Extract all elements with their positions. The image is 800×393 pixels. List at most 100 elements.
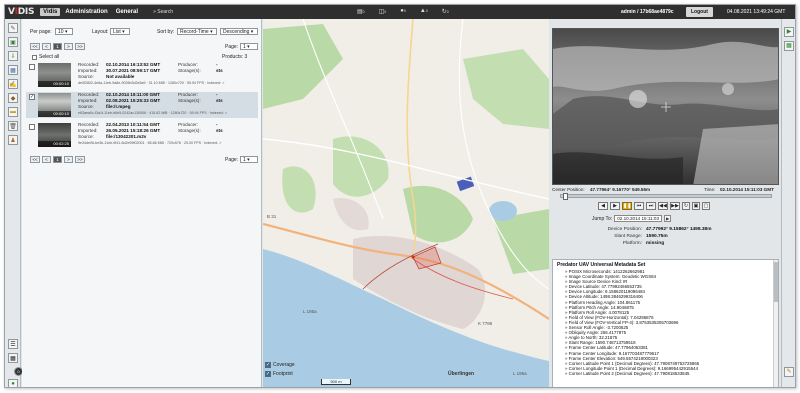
server-datetime: 04.08.2021 13:49:24 GMT xyxy=(727,9,786,15)
help-button[interactable]: ● xyxy=(8,379,18,387)
loop-button[interactable]: ↻ xyxy=(682,202,690,210)
skip-end-button[interactable]: ▶▶ xyxy=(670,202,680,210)
rewind-icon: ◀ xyxy=(601,203,605,209)
skip-start-button[interactable]: ◀◀ xyxy=(658,202,668,210)
row-checkbox[interactable] xyxy=(29,64,35,70)
download-tool-button[interactable]: ⇩ xyxy=(8,51,18,61)
step-back-button[interactable]: ⏮ xyxy=(634,202,644,210)
pager-first-bottom[interactable]: << xyxy=(30,156,40,163)
image-tool-button[interactable]: ▣ xyxy=(8,37,18,47)
per-page-select[interactable]: 10 ▾ xyxy=(55,28,73,35)
metadata-panel[interactable]: Predator UAV Universal Metadata Set » PO… xyxy=(552,259,779,387)
folder-tool-button[interactable]: ▬ xyxy=(8,107,18,117)
edit-tool-button[interactable]: ✍ xyxy=(8,79,18,89)
pager-last-bottom[interactable]: >> xyxy=(75,156,85,163)
delete-tool-button[interactable]: 🗑 xyxy=(8,121,18,131)
map-view[interactable]: Überlingen L 195a K 7786 B 31 L 195a ✓ Co… xyxy=(263,19,549,388)
counter-users[interactable]: ●0 xyxy=(400,8,406,15)
fullscreen-button[interactable]: ▢ xyxy=(702,202,710,210)
pager-next-bottom[interactable]: > xyxy=(64,156,73,163)
select-all[interactable]: Select all xyxy=(32,54,59,60)
scrollbar-thumb[interactable] xyxy=(774,262,778,302)
person-tool-button[interactable]: ♟ xyxy=(8,135,18,145)
search-link[interactable]: » Search xyxy=(153,9,173,15)
top-bar: V I DIS Vidis Administration General » Sea… xyxy=(5,5,795,19)
pager-last[interactable]: >> xyxy=(75,43,85,50)
coverage-checkbox[interactable]: ✓ xyxy=(265,362,271,368)
counter-warnings[interactable]: ▲0 xyxy=(420,8,428,15)
main-nav: Vidis Administration General xyxy=(40,8,143,16)
timeline-slider[interactable] xyxy=(560,193,772,200)
platform-value: missing xyxy=(646,241,665,246)
storage-value: sts xyxy=(216,98,223,103)
coverage-toggle[interactable]: ✓ Coverage xyxy=(265,362,295,368)
map-scale: 500 m xyxy=(321,379,351,385)
skip-end-icon: ▶▶ xyxy=(671,203,679,209)
producer-value: - xyxy=(216,92,218,97)
download-icon: ⇩ xyxy=(10,53,16,60)
footprint-toggle[interactable]: ✓ Footprint xyxy=(265,371,295,377)
pager-first[interactable]: << xyxy=(30,43,40,50)
video-frame[interactable] xyxy=(552,28,779,185)
recorded-value: 22.04.2013 10:11:54 GMT xyxy=(106,122,160,127)
image-icon: ▣ xyxy=(10,39,16,46)
edit-notes-button[interactable]: ✎ xyxy=(784,367,794,377)
play-arrow-icon: ▶ xyxy=(786,29,792,35)
step-forward-button[interactable]: ⏭ xyxy=(646,202,656,210)
storage-value: sts xyxy=(216,128,223,133)
sort-select[interactable]: Record-Time ▾ xyxy=(177,28,217,35)
order-select[interactable]: Descending ▾ xyxy=(220,28,258,35)
left-toolbar: ✎ ▣ ⇩ ▦ ✍ ◆ ▬ 🗑 ♟ ☰ ▦ 0 ● xyxy=(5,19,23,387)
map-layer-toggles: ✓ Coverage ✓ Footprint xyxy=(265,362,295,380)
pager-current[interactable]: 1 xyxy=(53,43,62,50)
pager-next[interactable]: > xyxy=(64,43,73,50)
layers-icon: ▦ xyxy=(786,43,792,49)
expand-button[interactable]: ▶ xyxy=(784,27,794,37)
time-label: Time: xyxy=(704,187,716,192)
grid-view-button[interactable]: ▦ xyxy=(8,353,18,363)
page-select[interactable]: 1 ▾ xyxy=(240,43,258,50)
time-value: 02.10.2014 15:11:03 GMT xyxy=(720,187,774,192)
list-view-button[interactable]: ☰ xyxy=(8,339,18,349)
timeline-handle[interactable] xyxy=(563,193,568,200)
counter-storage[interactable]: ◫0 xyxy=(379,8,387,15)
play-button[interactable]: ▶ xyxy=(610,202,620,210)
loop-icon: ↻ xyxy=(683,203,689,209)
counter-tasks[interactable]: ↻0 xyxy=(442,8,449,15)
logout-button[interactable]: Logout xyxy=(686,7,713,17)
jump-input[interactable]: 02.10.2014 15:11:03 xyxy=(614,215,663,222)
row-checkbox[interactable] xyxy=(29,124,35,130)
status-counters: ▤0 ◫0 ●0 ▲0 ↻0 xyxy=(357,8,449,15)
nav-general[interactable]: General xyxy=(113,8,141,16)
select-all-checkbox[interactable] xyxy=(32,54,37,60)
snapshot-button[interactable]: ▣ xyxy=(692,202,700,210)
counter-products[interactable]: ▤0 xyxy=(357,8,365,15)
page-select-bottom[interactable]: 1 ▾ xyxy=(240,156,258,163)
rewind-button[interactable]: ◀ xyxy=(598,202,608,210)
list-item[interactable]: 00:02:25 Recorded: 22.04.2013 10:11:54 G… xyxy=(26,122,258,148)
road-label: L 195a xyxy=(513,371,527,376)
pager-prev-bottom[interactable]: < xyxy=(42,156,51,163)
layers-button[interactable]: ▦ xyxy=(784,41,794,51)
layout-select[interactable]: List ▾ xyxy=(110,28,130,35)
jump-go-button[interactable]: ▶ xyxy=(664,215,672,222)
pager-prev[interactable]: < xyxy=(42,43,51,50)
right-toolbar: ▶ ▦ ✎ xyxy=(781,19,795,387)
center-position-label: Center Position: xyxy=(552,187,585,192)
pencil-tool-button[interactable]: ✎ xyxy=(8,23,18,33)
pause-button[interactable]: ❚❚ xyxy=(622,202,632,210)
list-item[interactable]: 00:00:10 Recorded: 02.10.2014 16:13:52 G… xyxy=(26,62,258,88)
row-checkbox[interactable]: ✓ xyxy=(29,94,35,100)
metadata-scrollbar[interactable] xyxy=(773,260,778,387)
list-item[interactable]: ✓ 00:00:10 Recorded: 02.10.2014 15:11:00… xyxy=(26,92,258,118)
footprint-checkbox[interactable]: ✓ xyxy=(265,371,271,377)
layers-tool-button[interactable]: ▦ xyxy=(8,65,18,75)
per-page-label: Per page: xyxy=(30,29,52,35)
pager-current-bottom[interactable]: 1 xyxy=(53,156,62,163)
tag-tool-button[interactable]: ◆ xyxy=(8,93,18,103)
nav-administration[interactable]: Administration xyxy=(62,8,110,16)
map-canvas[interactable] xyxy=(263,19,549,388)
recorded-value: 02.10.2014 16:13:52 GMT xyxy=(106,62,161,67)
nav-vidis[interactable]: Vidis xyxy=(40,8,61,16)
producer-value: - xyxy=(216,62,218,67)
